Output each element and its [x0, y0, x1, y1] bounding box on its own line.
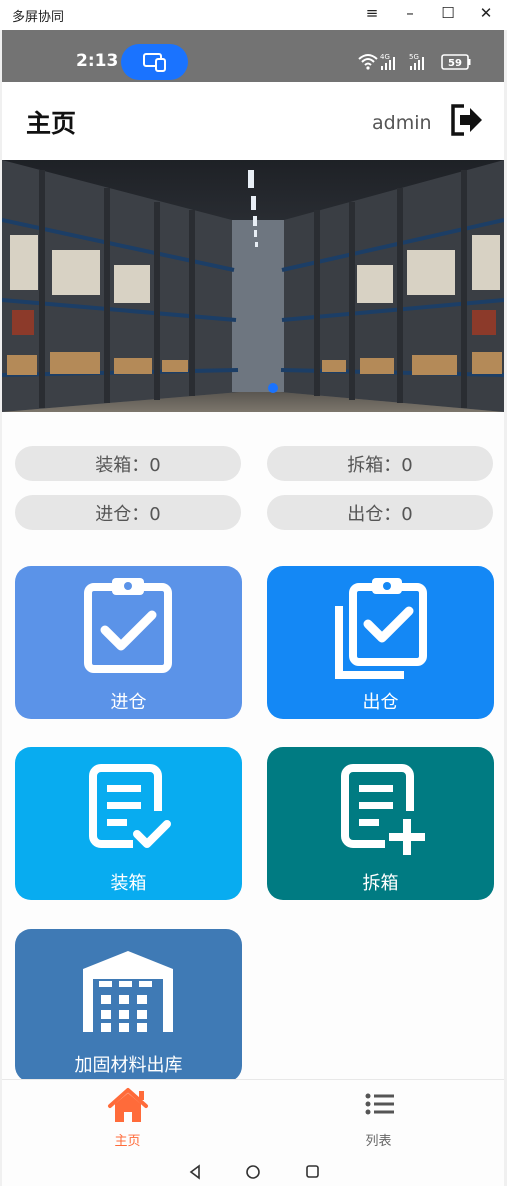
nav-list[interactable]: 列表	[253, 1080, 504, 1160]
warehouse-banner-image	[2, 160, 504, 412]
wifi-icon	[358, 54, 378, 70]
status-bar: 2:13 4G 5G 59	[2, 30, 504, 82]
back-icon	[189, 1164, 200, 1180]
status-icons: 4G 5G 59	[358, 53, 471, 70]
battery-icon: 59	[441, 54, 471, 70]
close-button[interactable]: ✕	[471, 4, 501, 22]
banner-carousel[interactable]	[2, 160, 504, 412]
bottom-navigation: 主页 列表	[2, 1079, 504, 1160]
battery-level: 59	[448, 58, 462, 69]
multi-device-icon	[143, 53, 166, 72]
logout-icon[interactable]	[448, 102, 484, 138]
recents-icon	[306, 1165, 319, 1178]
stat-inbound: 进仓：0	[15, 495, 241, 530]
reinforcement-outbound-tile-label: 加固材料出库	[74, 1055, 183, 1076]
warehouse-icon	[83, 951, 173, 1032]
clipboard-check-icon	[84, 578, 172, 673]
network-4g-label: 4G	[380, 53, 390, 61]
network-5g-label: 5G	[409, 53, 419, 61]
clipboard-copy-check-icon	[335, 578, 427, 679]
window-title: 多屏协同	[12, 10, 65, 25]
username: admin	[372, 112, 432, 134]
home-icon	[108, 1088, 148, 1122]
unpack-tile[interactable]: 拆箱	[267, 747, 494, 900]
phone-screen: 2:13 4G 5G 59 主页 admin 装箱：0 拆箱：0 进仓：0 出仓…	[2, 30, 504, 1186]
outbound-tile[interactable]: 出仓	[267, 566, 494, 719]
reinforcement-outbound-tile[interactable]: 加固材料出库	[15, 929, 242, 1082]
home-circle-icon	[246, 1165, 260, 1179]
document-plus-icon	[341, 764, 425, 855]
stat-unpack: 拆箱：0	[267, 446, 493, 481]
unpack-tile-label: 拆箱	[362, 873, 399, 894]
page-title: 主页	[26, 109, 77, 138]
list-icon	[365, 1093, 394, 1115]
nav-home[interactable]: 主页	[2, 1080, 253, 1160]
nav-list-label: 列表	[365, 1134, 392, 1149]
pack-tile-label: 装箱	[110, 873, 147, 894]
stat-pack: 装箱：0	[15, 446, 241, 481]
status-time: 2:13	[76, 51, 119, 71]
stat-outbound: 出仓：0	[267, 495, 493, 530]
carousel-dot-active	[268, 383, 278, 393]
nav-home-label: 主页	[114, 1134, 141, 1149]
screen-cast-indicator[interactable]	[121, 44, 188, 80]
inbound-tile[interactable]: 进仓	[15, 566, 242, 719]
minimize-button[interactable]: –	[395, 4, 425, 22]
menu-button[interactable]: ≡	[357, 4, 387, 22]
pack-tile[interactable]: 装箱	[15, 747, 242, 900]
app-header: 主页 admin	[2, 82, 504, 160]
system-navigation-bar	[2, 1159, 504, 1186]
window-titlebar: 多屏协同 ≡ – ☐ ✕	[0, 0, 507, 30]
outbound-tile-label: 出仓	[362, 692, 399, 713]
maximize-button[interactable]: ☐	[433, 4, 463, 22]
inbound-tile-label: 进仓	[110, 692, 147, 713]
document-check-icon	[89, 764, 171, 848]
